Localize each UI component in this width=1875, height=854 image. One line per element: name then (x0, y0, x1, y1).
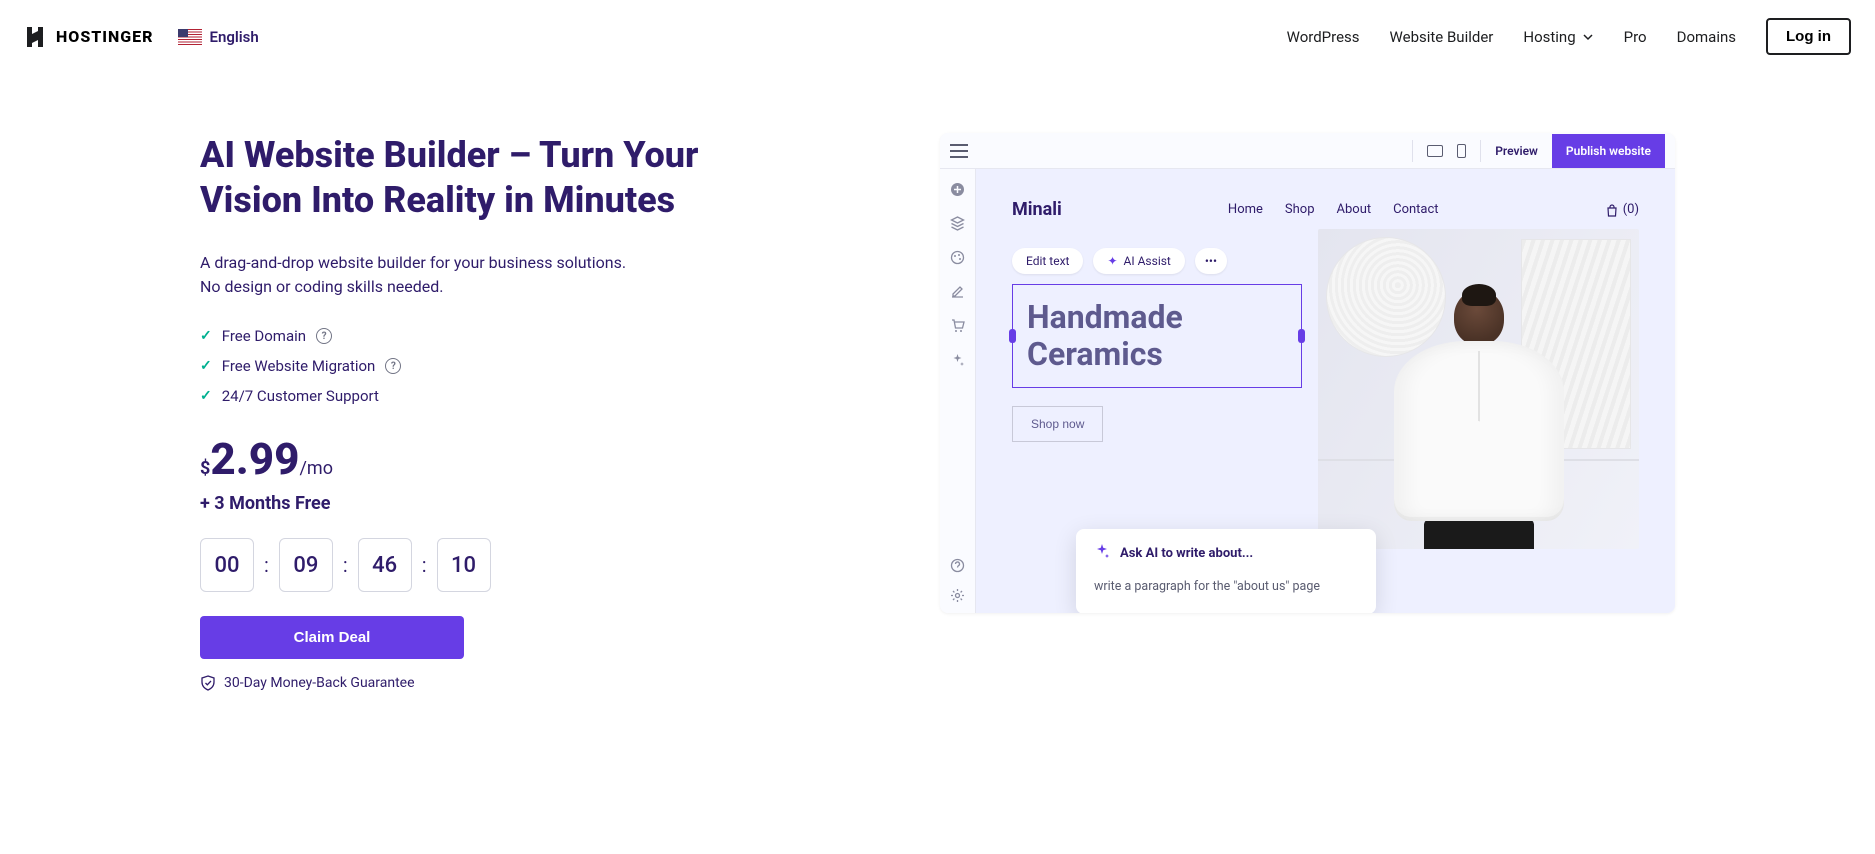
demo-hero-image[interactable] (1318, 229, 1639, 549)
price-currency: $ (200, 458, 210, 479)
layers-icon[interactable] (950, 215, 966, 231)
sparkle-icon (1094, 543, 1110, 563)
chevron-down-icon (1582, 31, 1594, 43)
feature-item-migration: ✓ Free Website Migration ? (200, 357, 700, 375)
demo-site-logo[interactable]: Minali (1012, 199, 1062, 220)
demo-nav-contact[interactable]: Contact (1393, 202, 1438, 217)
feature-list: ✓ Free Domain ? ✓ Free Website Migration… (200, 327, 700, 405)
builder-canvas[interactable]: Minali Home Shop About Contact (0) (976, 169, 1675, 613)
language-selector[interactable]: English (178, 28, 259, 46)
shield-icon (200, 675, 216, 691)
timer-days: 00 (200, 538, 254, 592)
login-button[interactable]: Log in (1766, 18, 1851, 55)
language-label: English (210, 28, 259, 46)
demo-cart[interactable]: (0) (1605, 202, 1639, 217)
brand-logo[interactable]: HOSTINGER (24, 25, 154, 49)
add-icon[interactable] (950, 181, 966, 197)
guarantee-row: 30-Day Money-Back Guarantee (200, 675, 700, 691)
nav-pro[interactable]: Pro (1624, 28, 1647, 46)
feature-label: Free Website Migration (222, 357, 376, 375)
nav-hosting-label: Hosting (1523, 28, 1575, 46)
nav-wordpress[interactable]: WordPress (1287, 28, 1360, 46)
ai-prompt-input[interactable]: write a paragraph for the "about us" pag… (1094, 579, 1358, 594)
ai-popup-title: Ask AI to write about... (1120, 546, 1253, 561)
timer-colon: : (422, 553, 427, 577)
timer-seconds: 10 (437, 538, 491, 592)
more-options-button[interactable]: ••• (1195, 248, 1227, 274)
info-icon[interactable]: ? (385, 358, 401, 374)
builder-preview: Preview Publish website (940, 133, 1675, 613)
check-icon: ✓ (200, 358, 212, 374)
ai-writer-popup: Ask AI to write about... write a paragra… (1076, 529, 1376, 613)
preview-button[interactable]: Preview (1495, 144, 1538, 158)
sub-line-2: No design or coding skills needed. (200, 277, 444, 296)
nav-hosting[interactable]: Hosting (1523, 28, 1593, 46)
feature-label: 24/7 Customer Support (222, 387, 379, 405)
builder-topbar: Preview Publish website (940, 133, 1675, 169)
hamburger-icon[interactable] (950, 144, 968, 158)
palette-icon[interactable] (950, 249, 966, 265)
check-icon: ✓ (200, 388, 212, 404)
info-icon[interactable]: ? (316, 328, 332, 344)
cart-count: (0) (1623, 202, 1639, 217)
timer-colon: : (264, 553, 269, 577)
bonus-months: + 3 Months Free (200, 493, 700, 514)
builder-tool-rail (940, 169, 976, 613)
countdown-timer: 00 : 09 : 46 : 10 (200, 538, 700, 592)
gear-icon[interactable] (950, 587, 966, 603)
demo-hero-title: Handmade Ceramics (1027, 299, 1287, 373)
demo-nav-home[interactable]: Home (1228, 202, 1263, 217)
demo-site-nav: Home Shop About Contact (1228, 202, 1439, 217)
timer-minutes: 46 (358, 538, 412, 592)
shop-now-button[interactable]: Shop now (1012, 406, 1103, 442)
edit-icon[interactable] (950, 283, 966, 299)
page-title: AI Website Builder – Turn Your Vision In… (200, 133, 700, 223)
price-value: 2.99 (210, 433, 299, 485)
feature-item-domain: ✓ Free Domain ? (200, 327, 700, 345)
flag-us-icon (178, 29, 202, 45)
check-icon: ✓ (200, 328, 212, 344)
help-icon[interactable] (950, 557, 966, 573)
cart-icon[interactable] (950, 317, 966, 333)
ai-sparkle-icon[interactable] (950, 351, 966, 367)
mobile-icon[interactable] (1457, 144, 1466, 158)
price: $ 2.99 /mo (200, 433, 700, 485)
person-illustration (1389, 290, 1569, 549)
bag-icon (1605, 203, 1619, 217)
demo-nav-about[interactable]: About (1337, 202, 1372, 217)
guarantee-label: 30-Day Money-Back Guarantee (224, 675, 415, 691)
feature-item-support: ✓ 24/7 Customer Support (200, 387, 700, 405)
feature-label: Free Domain (222, 327, 306, 345)
publish-button[interactable]: Publish website (1552, 134, 1665, 168)
selected-heading-element[interactable]: Handmade Ceramics (1012, 284, 1302, 388)
page-subtitle: A drag-and-drop website builder for your… (200, 251, 700, 299)
timer-colon: : (343, 553, 348, 577)
site-header: HOSTINGER English WordPress Website Buil… (0, 0, 1875, 73)
nav-domains[interactable]: Domains (1677, 28, 1736, 46)
hostinger-logo-icon (24, 25, 48, 49)
claim-deal-button[interactable]: Claim Deal (200, 616, 464, 659)
sparkle-icon: ✦ (1107, 254, 1117, 268)
nav-website-builder[interactable]: Website Builder (1390, 28, 1494, 46)
demo-nav-shop[interactable]: Shop (1285, 202, 1315, 217)
ai-assist-button[interactable]: ✦ AI Assist (1093, 248, 1184, 274)
desktop-icon[interactable] (1427, 145, 1443, 157)
brand-name: HOSTINGER (56, 27, 154, 46)
timer-hours: 09 (279, 538, 333, 592)
sub-line-1: A drag-and-drop website builder for your… (200, 253, 626, 272)
demo-site-header: Minali Home Shop About Contact (0) (1012, 199, 1639, 220)
edit-text-button[interactable]: Edit text (1012, 248, 1083, 274)
price-period: /mo (300, 458, 333, 479)
